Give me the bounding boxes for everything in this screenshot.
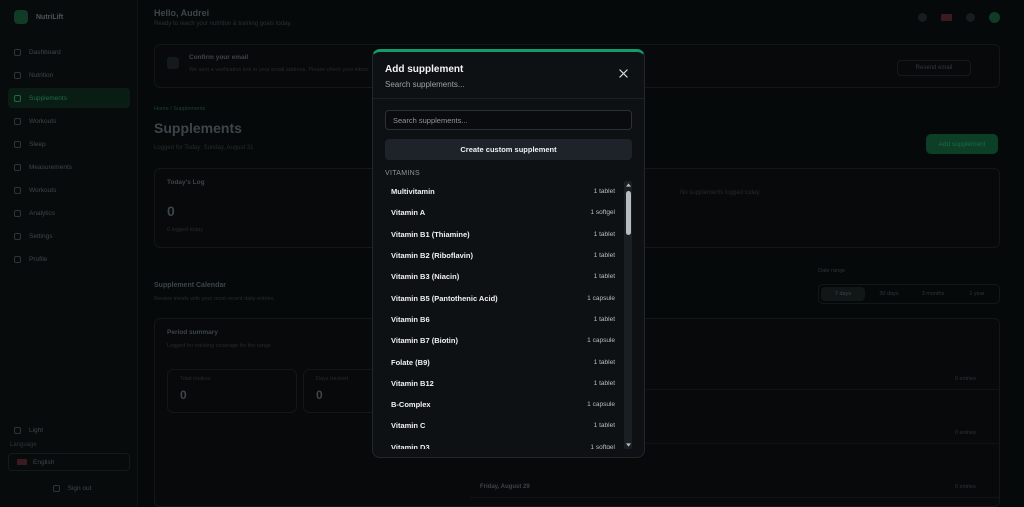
scrollbar[interactable] [624,181,632,449]
supplement-item[interactable]: Vitamin B3 (Niacin) 1 tablet [385,266,623,287]
close-icon [618,68,628,78]
triangle-down-icon [625,443,631,447]
supplement-unit: 1 capsule [587,401,615,409]
supplement-unit: 1 softgel [590,209,615,217]
supplement-unit: 1 softgel [590,443,615,449]
dialog-title: Add supplement [385,64,464,75]
scroll-thumb[interactable] [625,191,631,235]
supplement-name: Vitamin B7 (Biotin) [391,336,458,346]
supplement-unit: 1 tablet [593,273,615,281]
supplement-item[interactable]: Vitamin B7 (Biotin) 1 capsule [385,330,623,351]
supplement-name: Vitamin B3 (Niacin) [391,272,460,282]
scroll-up-icon[interactable] [625,182,631,188]
search-input[interactable] [385,110,632,130]
supplement-unit: 1 capsule [587,337,615,345]
supplement-name: B-Complex [391,400,431,410]
close-button[interactable] [616,66,630,80]
supplement-item[interactable]: Vitamin B2 (Riboflavin) 1 tablet [385,245,623,266]
supplement-name: Vitamin B5 (Pantothenic Acid) [391,293,498,303]
supplement-item[interactable]: Vitamin A 1 softgel [385,202,623,223]
supplement-name: Vitamin B12 [391,378,434,388]
supplement-name: Vitamin D3 [391,442,430,449]
supplement-name: Vitamin B6 [391,314,430,324]
supplement-name: Vitamin B2 (Riboflavin) [391,251,473,261]
dialog-subtitle: Search supplements... [385,80,465,89]
create-custom-supplement-button[interactable]: Create custom supplement [385,139,632,160]
supplement-unit: 1 tablet [593,188,615,196]
supplement-list: Multivitamin 1 tablet Vitamin A1 softgel Vi… [385,181,623,449]
supplement-name: Folate (B9) [391,357,430,367]
supplement-item[interactable]: Vitamin B6 1 tablet [385,309,623,330]
supplement-item[interactable]: Vitamin D3 1 softgel [385,437,623,449]
supplement-unit: 1 tablet [593,379,615,387]
supplement-item[interactable]: Vitamin C 1 tablet [385,415,623,436]
supplement-name: Vitamin B1 (Thiamine) [391,229,470,239]
supplement-name: Multivitamin [391,187,435,197]
supplement-item[interactable]: Multivitamin 1 tablet [385,181,623,202]
supplement-unit: 1 tablet [593,422,615,430]
supplement-unit: 1 tablet [593,230,615,238]
triangle-up-icon [625,183,631,187]
supplement-unit: 1 tablet [593,358,615,366]
dialog-divider [373,98,644,99]
supplement-item[interactable]: Vitamin B1 (Thiamine) 1 tablet [385,224,623,245]
supplement-item[interactable]: Vitamin B5 (Pantothenic Acid) 1 capsule [385,287,623,308]
supplement-item[interactable]: Vitamin B12 1 tablet [385,373,623,394]
supplement-unit: 1 capsule [587,294,615,302]
supplement-unit: 1 tablet [593,315,615,323]
scroll-down-icon[interactable] [625,442,631,448]
add-supplement-dialog: Add supplement Search supplements... Cre… [372,49,645,458]
group-label-vitamins: VITAMINS [385,170,420,177]
supplement-name: Vitamin A [391,208,426,218]
supplement-list-container: Multivitamin 1 tablet Vitamin A1 softgel Vi… [385,181,632,449]
supplement-item[interactable]: Folate (B9) 1 tablet [385,351,623,372]
supplement-item[interactable]: B-Complex 1 capsule [385,394,623,415]
supplement-name: Vitamin C [391,421,426,431]
supplement-unit: 1 tablet [593,252,615,260]
